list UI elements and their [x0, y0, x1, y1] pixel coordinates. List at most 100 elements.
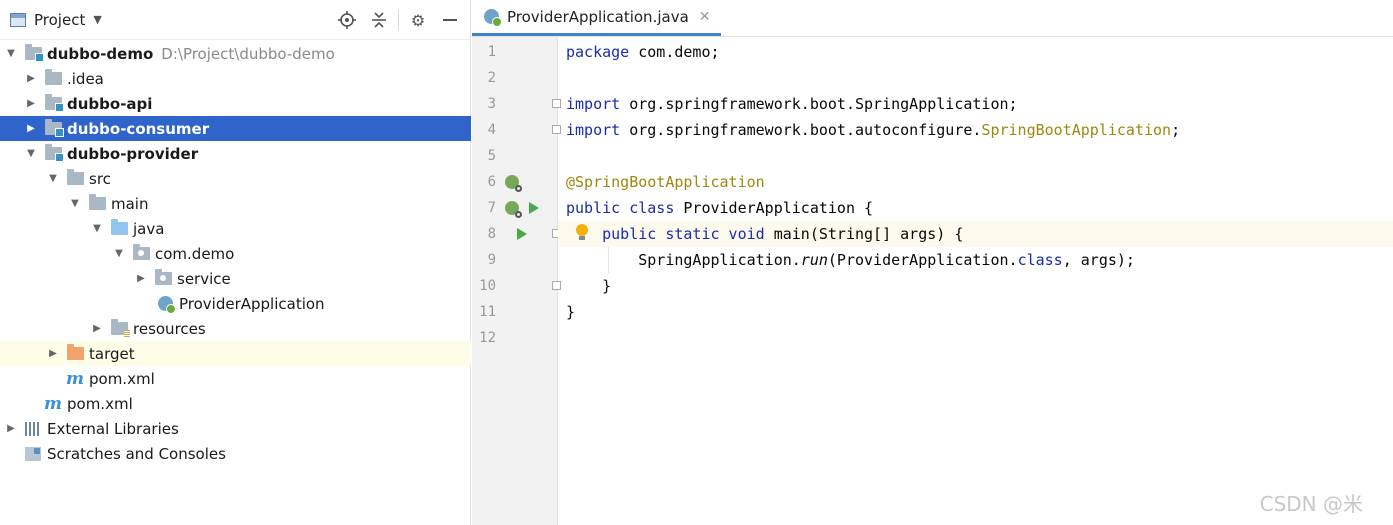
tree-item-label: main [111, 194, 149, 213]
collapse-all-icon[interactable] [363, 4, 395, 36]
code-line-4: import org.springframework.boot.autoconf… [566, 121, 1181, 139]
collapse-arrow-icon[interactable]: ▶ [90, 323, 104, 334]
tree-item-external-libraries[interactable]: ▶ External Libraries [0, 416, 471, 441]
editor-tab-bar: ProviderApplication.java ✕ [472, 0, 1393, 37]
tree-item-label: dubbo-demo [47, 44, 154, 63]
line-number: 11 [479, 304, 496, 320]
tree-item-scratches[interactable]: Scratches and Consoles [0, 441, 471, 466]
line-number: 7 [487, 200, 496, 216]
project-panel-toolbar: ⚙ [331, 0, 466, 40]
expand-arrow-icon[interactable]: ▼ [68, 198, 82, 209]
folder-icon [88, 194, 106, 212]
expand-arrow-icon[interactable]: ▼ [90, 223, 104, 234]
module-folder-icon [44, 144, 64, 162]
scratch-icon [24, 446, 42, 462]
line-number: 10 [479, 278, 496, 294]
line-number: 5 [487, 148, 496, 164]
code-line-3: import org.springframework.boot.SpringAp… [566, 95, 1018, 113]
tree-item-label: src [89, 169, 111, 188]
tree-item-label: resources [133, 319, 206, 338]
hide-icon[interactable] [434, 4, 466, 36]
package-icon [154, 269, 172, 287]
code-line-8: public static void main(String[] args) { [558, 221, 1393, 247]
run-icon[interactable] [514, 226, 530, 242]
line-number: 6 [487, 174, 496, 190]
tree-item-main[interactable]: ▼ main [0, 191, 471, 216]
tab-provider-application[interactable]: ProviderApplication.java ✕ [472, 0, 721, 36]
expand-arrow-icon[interactable]: ▼ [112, 248, 126, 259]
tree-item-dubbo-consumer[interactable]: ▶ dubbo-consumer [0, 116, 471, 141]
line-number: 2 [487, 70, 496, 86]
project-window-icon [10, 12, 26, 27]
collapse-arrow-icon[interactable]: ▶ [24, 98, 38, 109]
tree-item-idea[interactable]: ▶ .idea [0, 66, 471, 91]
locate-icon[interactable] [331, 4, 363, 36]
spring-bean-icon[interactable] [504, 174, 522, 192]
lightbulb-icon[interactable] [576, 224, 588, 241]
tree-item-label: dubbo-consumer [67, 119, 210, 138]
expand-arrow-icon[interactable]: ▼ [4, 48, 18, 59]
library-icon [24, 421, 42, 437]
watermark: CSDN @米 [1259, 492, 1363, 516]
gear-icon[interactable]: ⚙ [402, 4, 434, 36]
tree-item-provider-pom[interactable]: m pom.xml [0, 366, 471, 391]
code-area[interactable]: package com.demo; import org.springframe… [558, 37, 1393, 525]
tree-item-label: Scratches and Consoles [47, 444, 226, 463]
tree-item-label: .idea [67, 69, 104, 88]
project-panel-title: Project [34, 10, 86, 29]
line-number: 1 [487, 44, 496, 60]
line-number: 8 [487, 226, 496, 242]
tree-item-target[interactable]: ▶ target [0, 341, 471, 366]
tree-item-label: External Libraries [47, 419, 179, 438]
tree-item-dubbo-demo[interactable]: ▼ dubbo-demo D:\Project\dubbo-demo [0, 41, 471, 66]
tree-item-label: pom.xml [67, 394, 133, 413]
folder-icon [44, 69, 62, 87]
code-line-1: package com.demo; [566, 43, 720, 61]
tree-item-label: service [177, 269, 231, 288]
spring-class-icon [156, 296, 176, 314]
collapse-arrow-icon[interactable]: ▶ [134, 273, 148, 284]
collapse-arrow-icon[interactable]: ▶ [4, 423, 18, 434]
tree-item-dubbo-api[interactable]: ▶ dubbo-api [0, 91, 471, 116]
toolbar-divider [398, 10, 399, 30]
tree-item-resources[interactable]: ▶ resources [0, 316, 471, 341]
spring-class-icon [484, 9, 502, 27]
tree-item-label: com.demo [155, 244, 235, 263]
code-line-6: @SpringBootApplication [566, 173, 765, 191]
chevron-down-icon: ▼ [93, 13, 102, 26]
code-line-9: SpringApplication.run(ProviderApplicatio… [566, 251, 1135, 269]
module-folder-icon [24, 44, 44, 62]
project-view-selector[interactable]: Project ▼ [10, 11, 102, 29]
tree-item-dubbo-provider[interactable]: ▼ dubbo-provider [0, 141, 471, 166]
editor-gutter: 1 2 3 4 5 6 7 8 9 10 11 12 [472, 37, 561, 525]
tree-item-label: pom.xml [89, 369, 155, 388]
run-icon[interactable] [526, 200, 542, 216]
line-number: 9 [487, 252, 496, 268]
line-number: 3 [487, 96, 496, 112]
source-folder-icon [110, 219, 128, 237]
expand-arrow-icon[interactable]: ▼ [24, 148, 38, 159]
tree-item-com-demo[interactable]: ▼ com.demo [0, 241, 471, 266]
tree-item-service[interactable]: ▶ service [0, 266, 471, 291]
module-folder-icon [44, 94, 64, 112]
tree-item-provider-application[interactable]: ProviderApplication [0, 291, 471, 316]
close-icon[interactable]: ✕ [699, 9, 711, 25]
tree-item-label: dubbo-api [67, 94, 153, 113]
expand-arrow-icon[interactable]: ▼ [46, 173, 60, 184]
excluded-folder-icon [66, 344, 84, 362]
line-number: 4 [487, 122, 496, 138]
collapse-arrow-icon[interactable]: ▶ [24, 73, 38, 84]
collapse-arrow-icon[interactable]: ▶ [24, 123, 38, 134]
spring-bean-icon[interactable] [504, 200, 522, 218]
project-panel-header: Project ▼ ⚙ [0, 0, 470, 40]
indent-guide [608, 247, 609, 273]
tree-item-label: target [89, 344, 135, 363]
tab-label: ProviderApplication.java [507, 7, 689, 26]
folder-icon [66, 169, 84, 187]
tree-item-java[interactable]: ▼ java [0, 216, 471, 241]
line-number: 12 [479, 330, 496, 346]
tree-item-root-pom[interactable]: m pom.xml [0, 391, 471, 416]
collapse-arrow-icon[interactable]: ▶ [46, 348, 60, 359]
tree-item-src[interactable]: ▼ src [0, 166, 471, 191]
tree-item-label: dubbo-provider [67, 144, 199, 163]
